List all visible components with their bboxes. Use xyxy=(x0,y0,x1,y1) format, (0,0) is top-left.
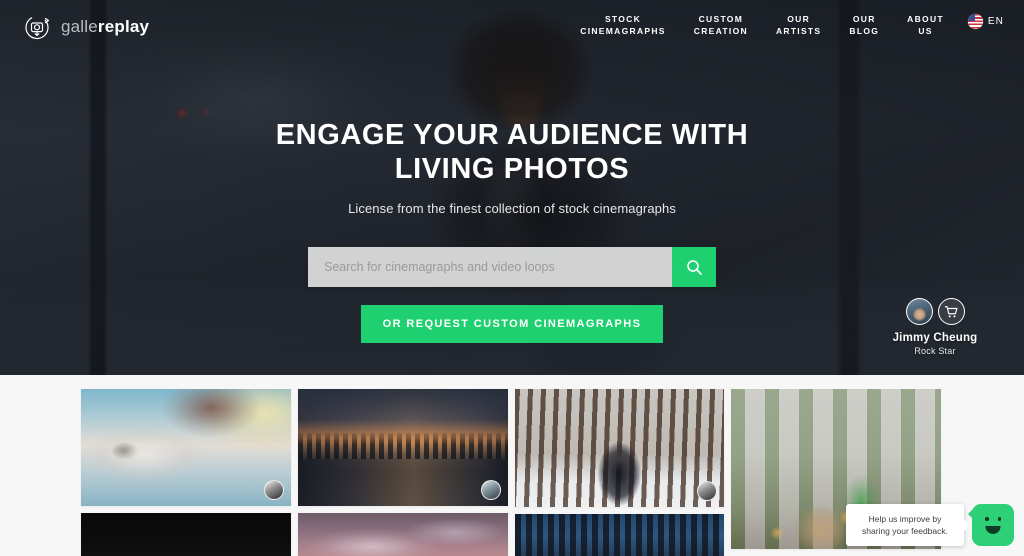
artist-badge-avatar[interactable] xyxy=(481,480,501,500)
logo-text-light: galle xyxy=(61,17,98,36)
artist-name: Jimmy Cheung xyxy=(892,332,978,344)
gallery-grid xyxy=(81,389,943,556)
nav-item-our-artists[interactable]: OUR ARTISTS xyxy=(762,13,835,37)
nav-item-our-blog[interactable]: OUR BLOG xyxy=(835,13,893,37)
artist-badge-avatar[interactable] xyxy=(264,480,284,500)
gallery-column-1 xyxy=(81,389,291,556)
gallery-card-snow-forest-woman[interactable] xyxy=(515,389,724,507)
avatar[interactable] xyxy=(905,298,933,325)
artist-role: Rock Star xyxy=(914,346,956,356)
search-input[interactable] xyxy=(308,247,672,287)
thumbnail-image xyxy=(81,389,291,506)
gallery-column-3 xyxy=(515,389,724,556)
feedback-button[interactable] xyxy=(968,504,1014,546)
gallery-card-blue-city-night[interactable] xyxy=(515,514,724,556)
site-header: gallereplay STOCK CINEMAGRAPHS CUSTOM CR… xyxy=(0,0,1024,56)
thumbnail-image xyxy=(298,513,508,556)
camera-replay-icon xyxy=(22,12,52,42)
thumbnail-image xyxy=(298,389,508,506)
hero-section: gallereplay STOCK CINEMAGRAPHS CUSTOM CR… xyxy=(0,0,1024,375)
artist-badge-avatar[interactable] xyxy=(697,481,717,501)
smiley-face-icon xyxy=(972,517,1014,521)
artist-credit: Jimmy Cheung Rock Star xyxy=(876,298,994,357)
nav-item-custom-creation[interactable]: CUSTOM CREATION xyxy=(680,13,762,37)
nav-item-stock-cinemagraphs[interactable]: STOCK CINEMAGRAPHS xyxy=(566,13,680,37)
gallery-card-black-scene[interactable] xyxy=(81,513,291,556)
gallery-card-purple-clouds[interactable] xyxy=(298,513,508,556)
search-button[interactable] xyxy=(672,247,716,287)
search-bar xyxy=(308,247,716,287)
logo[interactable]: gallereplay xyxy=(22,12,149,42)
language-selector[interactable]: EN xyxy=(958,14,1010,29)
gallery-column-2 xyxy=(298,389,508,556)
us-flag-icon xyxy=(967,14,983,29)
page-title: ENGAGE YOUR AUDIENCE WITH LIVING PHOTOS xyxy=(275,119,749,185)
gallery-section: Help us improve by sharing your feedback… xyxy=(0,375,1024,556)
gallery-card-waterfall-woman[interactable] xyxy=(81,389,291,506)
feedback-tooltip: Help us improve by sharing your feedback… xyxy=(846,504,970,546)
search-icon xyxy=(686,259,702,275)
gallery-card-city-skyline-sunset[interactable] xyxy=(298,389,508,506)
language-label: EN xyxy=(987,16,1004,27)
request-custom-cinemagraphs-button[interactable]: OR REQUEST CUSTOM CINEMAGRAPHS xyxy=(360,305,664,343)
logo-wordmark: gallereplay xyxy=(61,17,149,37)
nav-item-about-us[interactable]: ABOUT US xyxy=(893,13,958,37)
thumbnail-image xyxy=(515,389,724,507)
shopping-cart-icon[interactable] xyxy=(937,298,965,325)
logo-text-bold: replay xyxy=(97,17,150,36)
artist-credit-icons xyxy=(876,298,994,325)
feedback-widget: Help us improve by sharing your feedback… xyxy=(846,504,1014,546)
thumbnail-image xyxy=(515,514,724,556)
thumbnail-image xyxy=(81,513,291,556)
hero-subtitle: License from the finest collection of st… xyxy=(348,201,676,216)
main-navigation: STOCK CINEMAGRAPHS CUSTOM CREATION OUR A… xyxy=(566,13,1010,37)
